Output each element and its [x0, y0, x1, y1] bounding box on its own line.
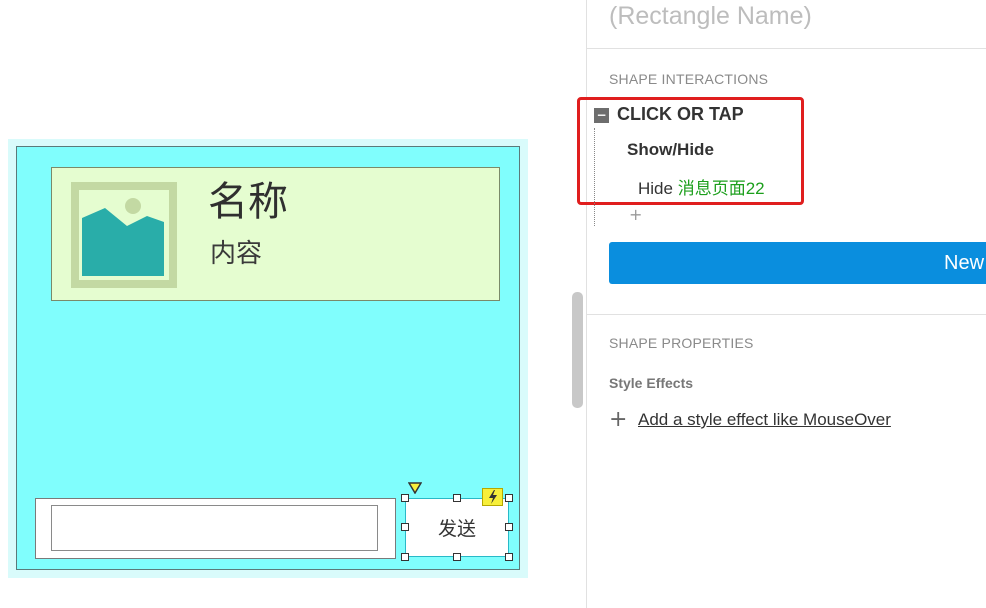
- resize-handle-top-right[interactable]: [505, 494, 513, 502]
- action-target-name: 消息页面22: [677, 179, 765, 198]
- plus-icon[interactable]: +: [609, 409, 633, 431]
- interaction-event-label[interactable]: CLICK OR TAP: [617, 104, 744, 125]
- shape-interactions-title: SHAPE INTERACTIONS: [609, 71, 769, 87]
- interaction-action-label[interactable]: Show/Hide: [627, 140, 714, 160]
- new-interaction-button[interactable]: New: [609, 242, 986, 284]
- add-action-icon[interactable]: +: [629, 205, 642, 224]
- action-verb: Hide: [638, 179, 673, 198]
- resize-handle-bottom-right[interactable]: [505, 553, 513, 561]
- resize-handle-right[interactable]: [505, 523, 513, 531]
- panel-divider: [586, 0, 587, 608]
- card-content-label: 内容: [210, 239, 263, 269]
- rectangle-name-field[interactable]: (Rectangle Name): [609, 2, 812, 31]
- canvas-scrollbar[interactable]: [572, 292, 583, 408]
- design-canvas[interactable]: 名称 内容 发送: [0, 0, 586, 608]
- interaction-tree-line: [594, 128, 595, 226]
- rotation-anchor-icon[interactable]: [408, 482, 422, 494]
- style-effects-label: Style Effects: [609, 375, 694, 391]
- interaction-target-row[interactable]: Hide 消息页面22: [638, 174, 765, 199]
- resize-handle-bottom-left[interactable]: [401, 553, 409, 561]
- collapse-icon[interactable]: −: [594, 108, 609, 123]
- image-icon: [82, 198, 164, 276]
- card-name-label: 名称: [208, 179, 288, 225]
- image-placeholder-inner: [79, 190, 169, 280]
- resize-handle-top-left[interactable]: [401, 494, 409, 502]
- shape-properties-title: SHAPE PROPERTIES: [609, 335, 754, 351]
- add-style-effect-row[interactable]: + Add a style effect like MouseOver: [609, 409, 891, 431]
- resize-handle-bottom[interactable]: [453, 553, 461, 561]
- message-input[interactable]: [51, 505, 378, 551]
- divider: [587, 314, 986, 315]
- add-style-effect-link[interactable]: Add a style effect like MouseOver: [638, 410, 891, 430]
- image-placeholder[interactable]: [71, 182, 177, 288]
- resize-handle-top[interactable]: [453, 494, 461, 502]
- lightning-icon[interactable]: [482, 488, 503, 506]
- resize-handle-left[interactable]: [401, 523, 409, 531]
- divider: [587, 48, 986, 49]
